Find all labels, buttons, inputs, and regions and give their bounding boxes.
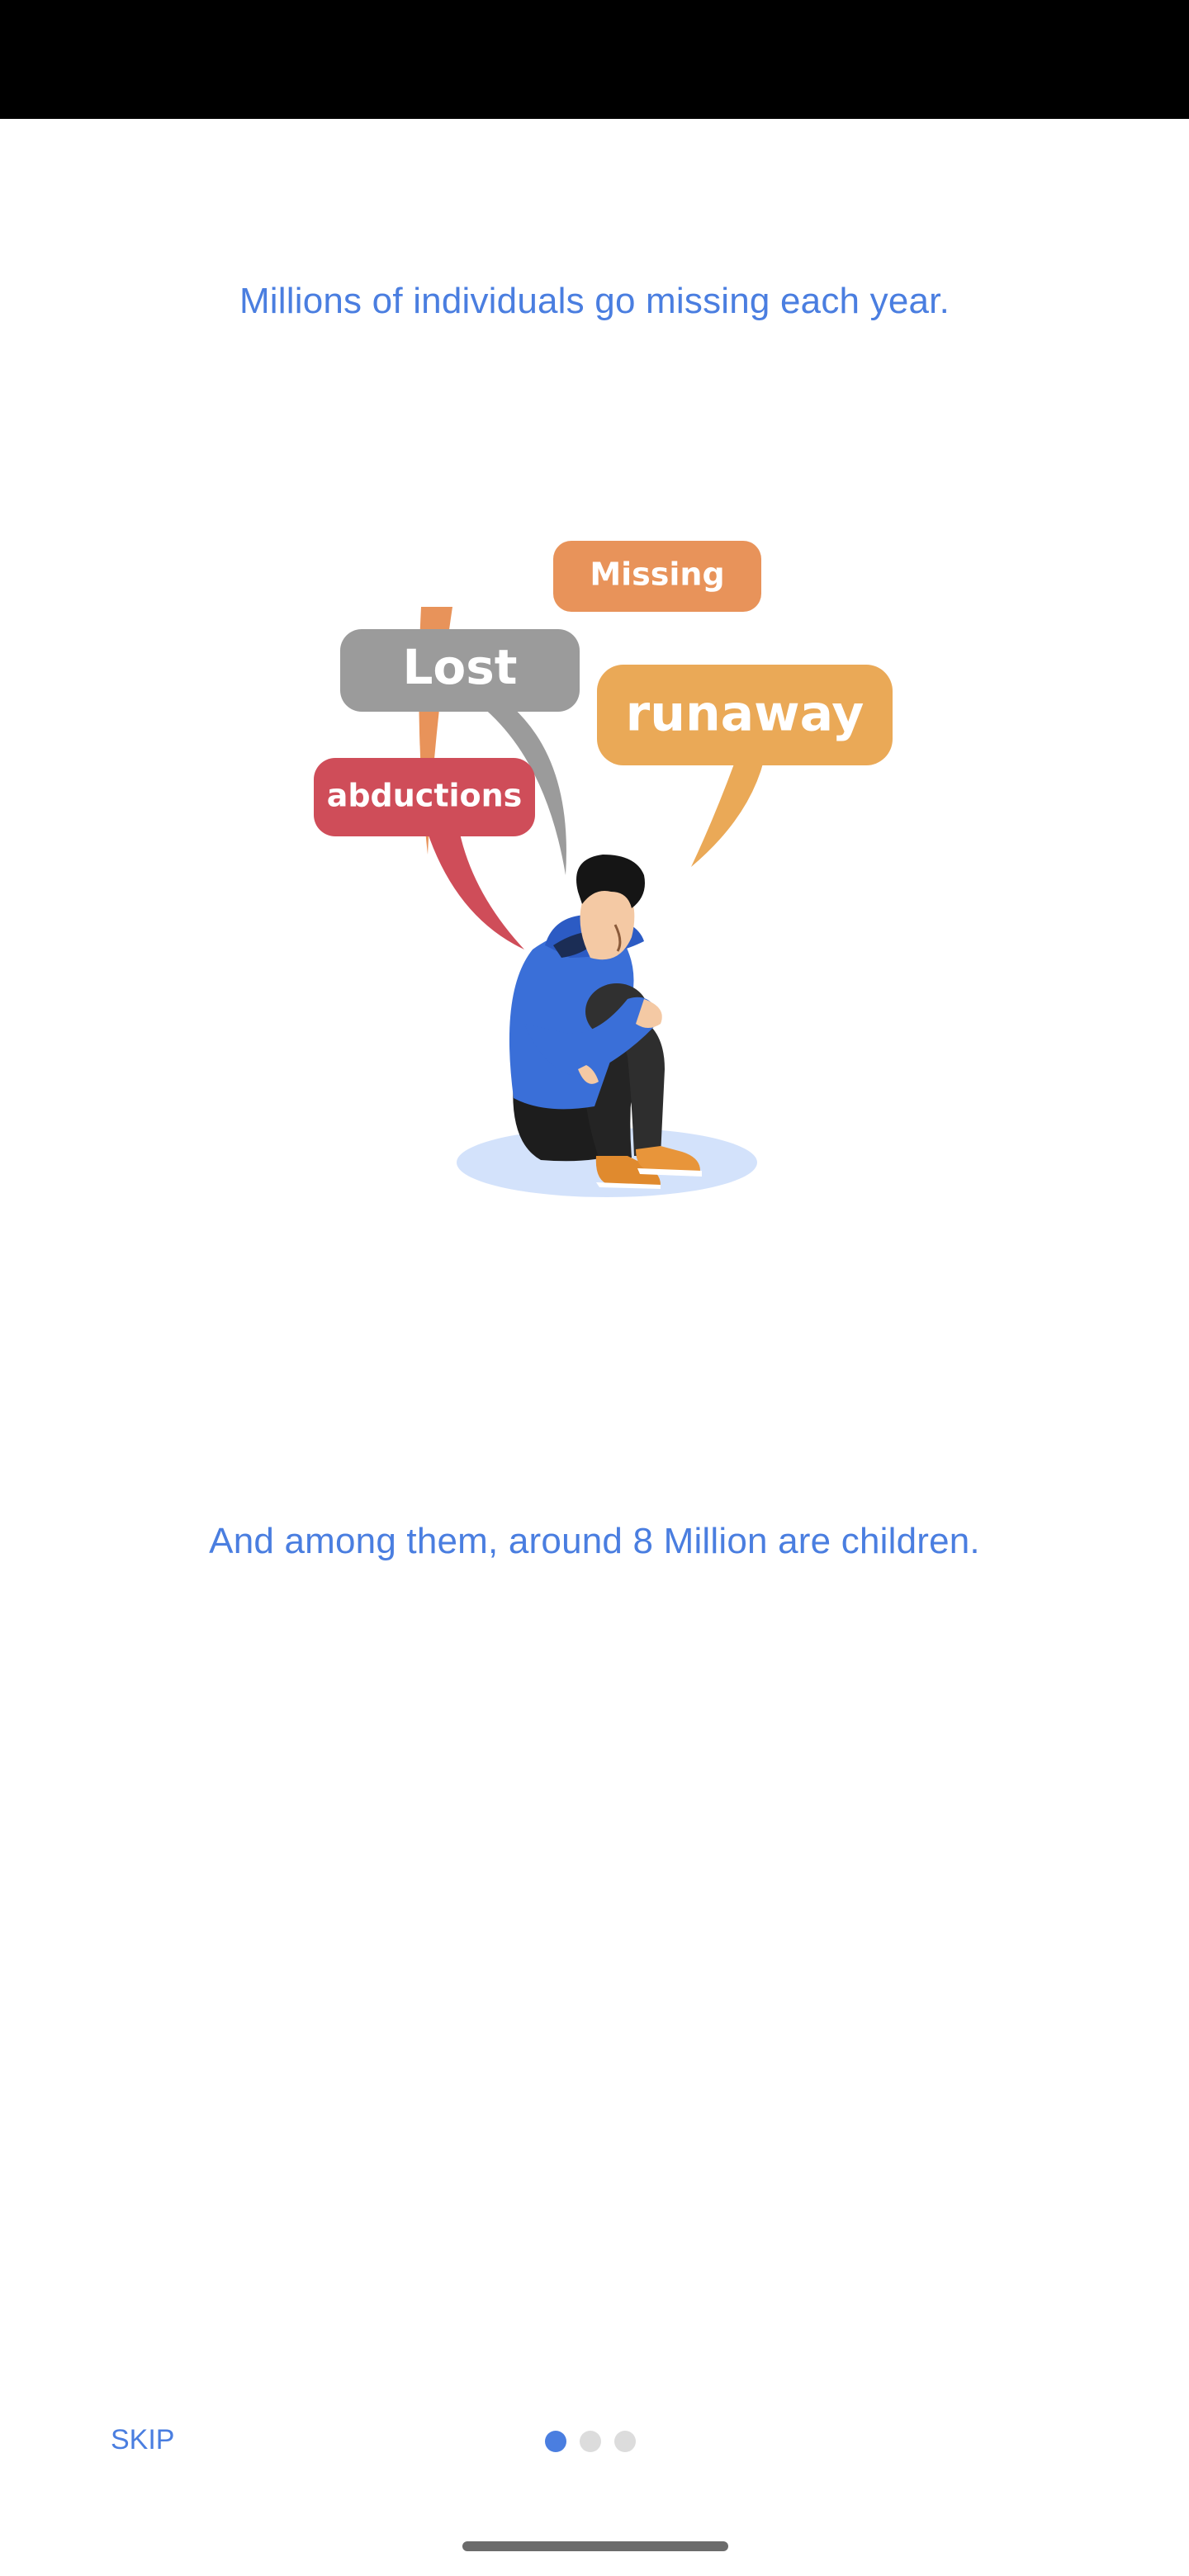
skip-button[interactable]: SKIP: [111, 2424, 174, 2456]
onboarding-illustration: Missing Lost runaway abductions: [297, 528, 908, 1214]
page-dot-1[interactable]: [545, 2431, 566, 2452]
bubble-lost-label: Lost: [402, 639, 517, 695]
sitting-child-illustration: Missing Lost runaway abductions: [314, 541, 893, 1197]
page-dot-2[interactable]: [580, 2431, 601, 2452]
headline-bottom: And among them, around 8 Million are chi…: [209, 1521, 980, 1561]
bubble-runaway: runaway: [597, 665, 893, 867]
headline-top: Millions of individuals go missing each …: [239, 281, 950, 321]
bubble-runaway-label: runaway: [626, 685, 865, 743]
bubble-abductions-label: abductions: [327, 778, 523, 814]
page-dot-3[interactable]: [614, 2431, 636, 2452]
bubble-abductions: abductions: [314, 758, 535, 949]
home-indicator[interactable]: [462, 2541, 728, 2551]
onboarding-footer: SKIP: [0, 2411, 1189, 2477]
bubble-missing-label: Missing: [590, 556, 724, 593]
status-bar: [0, 0, 1189, 119]
page-indicator: [545, 2431, 636, 2452]
